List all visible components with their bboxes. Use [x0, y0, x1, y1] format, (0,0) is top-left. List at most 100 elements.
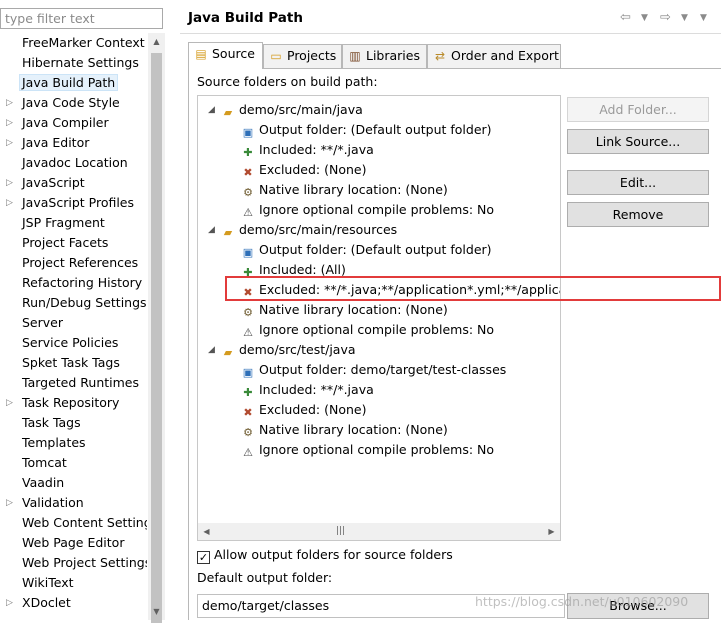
nav-item[interactable]: Targeted Runtimes: [0, 373, 147, 393]
link-source-button[interactable]: Link Source...: [567, 129, 709, 154]
nav-item[interactable]: Spket Task Tags: [0, 353, 147, 373]
preferences-navigation: type filter text FreeMarker Context Hiber…: [0, 0, 168, 623]
tree-attribute-node[interactable]: ⚠ Ignore optional compile problems: No: [198, 200, 494, 220]
expand-arrow-icon[interactable]: ▷: [6, 93, 16, 113]
expand-arrow-icon[interactable]: ▷: [6, 493, 16, 513]
tree-node-label: Included: (All): [259, 262, 346, 277]
source-folder-icon: ▰: [223, 226, 233, 239]
tree-attribute-node[interactable]: ▣ Output folder: demo/target/test-classes: [198, 360, 506, 380]
tree-attribute-node[interactable]: ✖ Excluded: (None): [198, 400, 366, 420]
nav-item[interactable]: JSP Fragment: [0, 213, 147, 233]
tree-attribute-node[interactable]: ⚙ Native library location: (None): [198, 300, 448, 320]
tree-attribute-node[interactable]: ▣ Output folder: (Default output folder): [198, 240, 492, 260]
nav-item[interactable]: ▷ JavaScript: [0, 173, 147, 193]
nav-vertical-scrollbar[interactable]: ▲ ▼: [148, 33, 165, 623]
back-dropdown-icon[interactable]: ▼: [641, 13, 648, 23]
page-title: Java Build Path: [188, 10, 303, 26]
tree-attribute-node[interactable]: ▣ Output folder: (Default output folder): [198, 120, 492, 140]
source-folders-label: Source folders on build path:: [197, 74, 378, 89]
nav-item[interactable]: ▷ XDoclet: [0, 593, 147, 613]
tree-attribute-node[interactable]: ✚ Included: **/*.java: [198, 140, 373, 160]
tab-source[interactable]: ▤ Source: [188, 42, 263, 69]
nav-item[interactable]: Hibernate Settings: [0, 53, 147, 73]
nav-item-label: Task Repository: [22, 395, 120, 410]
nav-item[interactable]: Service Policies: [0, 333, 147, 353]
tab-libraries[interactable]: ▥ Libraries: [342, 44, 427, 68]
tree-attribute-node[interactable]: ✚ Included: (All): [198, 260, 346, 280]
forward-arrow-icon[interactable]: ⇨: [660, 10, 671, 25]
nav-item[interactable]: Server: [0, 313, 147, 333]
nav-item[interactable]: Vaadin: [0, 473, 147, 493]
tree-attribute-node[interactable]: ⚙ Native library location: (None): [198, 180, 448, 200]
nav-item[interactable]: FreeMarker Context: [0, 33, 147, 53]
nav-item[interactable]: ▷ Java Compiler: [0, 113, 147, 133]
default-output-folder-field[interactable]: demo/target/classes: [197, 594, 565, 618]
tree-folder-node[interactable]: ◢ ▰ demo/src/main/java: [198, 100, 363, 120]
view-menu-icon[interactable]: ▼: [700, 13, 707, 23]
nav-item-label: Server: [22, 315, 63, 330]
scroll-grip-icon[interactable]: |||: [336, 526, 345, 536]
browse-button[interactable]: Browse...: [567, 593, 709, 619]
add-folder-button[interactable]: Add Folder...: [567, 97, 709, 122]
nav-item[interactable]: ▷ Java Editor: [0, 133, 147, 153]
scroll-right-icon[interactable]: ▶: [543, 523, 560, 540]
nav-item[interactable]: Web Content Settings: [0, 513, 147, 533]
expand-arrow-icon[interactable]: ▷: [6, 113, 16, 133]
nav-item[interactable]: Web Page Editor: [0, 533, 147, 553]
tab-order-and-export[interactable]: ⇄ Order and Export: [427, 44, 561, 68]
tree-attribute-node[interactable]: ✖ Excluded: (None): [198, 160, 366, 180]
nav-item[interactable]: Refactoring History: [0, 273, 147, 293]
tree-attribute-node[interactable]: ✚ Included: **/*.java: [198, 380, 373, 400]
tab-projects[interactable]: ▭ Projects: [263, 44, 342, 68]
remove-button[interactable]: Remove: [567, 202, 709, 227]
scroll-left-icon[interactable]: ◀: [198, 523, 215, 540]
expand-arrow-icon[interactable]: ▷: [6, 393, 16, 413]
order-export-icon: ⇄: [434, 49, 446, 63]
nav-item[interactable]: Java Build Path: [0, 73, 147, 93]
output-folder-icon: ▣: [242, 126, 254, 139]
collapse-arrow-icon[interactable]: ◢: [208, 100, 218, 120]
projects-icon: ▭: [270, 49, 282, 63]
nav-item[interactable]: WikiText: [0, 573, 147, 593]
forward-dropdown-icon[interactable]: ▼: [681, 13, 688, 23]
tree-attribute-node[interactable]: ⚙ Native library location: (None): [198, 420, 448, 440]
nav-item[interactable]: ▷ Java Code Style: [0, 93, 147, 113]
nav-item[interactable]: Javadoc Location: [0, 153, 147, 173]
tree-node-label: Output folder: demo/target/test-classes: [259, 362, 507, 377]
scroll-down-icon[interactable]: ▼: [148, 603, 165, 620]
tree-attribute-node[interactable]: ⚠ Ignore optional compile problems: No: [198, 440, 494, 460]
nav-item[interactable]: Project Facets: [0, 233, 147, 253]
nav-item[interactable]: Web Project Settings: [0, 553, 147, 573]
nav-item[interactable]: Project References: [0, 253, 147, 273]
nav-item[interactable]: Templates: [0, 433, 147, 453]
nav-item[interactable]: Task Tags: [0, 413, 147, 433]
allow-output-folders-row[interactable]: ✓ Allow output folders for source folders: [197, 546, 453, 564]
expand-arrow-icon[interactable]: ▷: [6, 133, 16, 153]
tree-node-label: Excluded: (None): [259, 402, 367, 417]
expand-arrow-icon[interactable]: ▷: [6, 593, 16, 613]
tree-attribute-node[interactable]: ✖ Excluded: **/*.java;**/application*.yml…: [198, 280, 560, 300]
edit-button[interactable]: Edit...: [567, 170, 709, 195]
tree-folder-node[interactable]: ◢ ▰ demo/src/test/java: [198, 340, 356, 360]
expand-arrow-icon[interactable]: ▷: [6, 173, 16, 193]
nav-item[interactable]: ▷ Task Repository: [0, 393, 147, 413]
nav-item[interactable]: ▷ Validation: [0, 493, 147, 513]
collapse-arrow-icon[interactable]: ◢: [208, 340, 218, 360]
filter-input[interactable]: type filter text: [0, 8, 163, 29]
allow-output-folders-checkbox[interactable]: ✓: [197, 551, 210, 564]
tree-horizontal-scrollbar[interactable]: ◀ ||| ▶: [198, 523, 560, 540]
nav-item-label: Targeted Runtimes: [22, 375, 139, 390]
nav-item[interactable]: Tomcat: [0, 453, 147, 473]
expand-arrow-icon[interactable]: ▷: [6, 193, 16, 213]
source-folder-tree[interactable]: ◢ ▰ demo/src/main/java ▣ Output folder: (Def…: [197, 95, 561, 541]
tree-node-label: Output folder: (Default output folder): [259, 122, 492, 137]
scroll-thumb[interactable]: [151, 53, 162, 623]
default-output-folder-label: Default output folder:: [197, 570, 333, 585]
nav-item[interactable]: ▷ JavaScript Profiles: [0, 193, 147, 213]
tree-attribute-node[interactable]: ⚠ Ignore optional compile problems: No: [198, 320, 494, 340]
nav-item[interactable]: Run/Debug Settings: [0, 293, 147, 313]
scroll-up-icon[interactable]: ▲: [148, 33, 165, 50]
tree-folder-node[interactable]: ◢ ▰ demo/src/main/resources: [198, 220, 397, 240]
collapse-arrow-icon[interactable]: ◢: [208, 220, 218, 240]
back-arrow-icon[interactable]: ⇦: [620, 10, 631, 25]
